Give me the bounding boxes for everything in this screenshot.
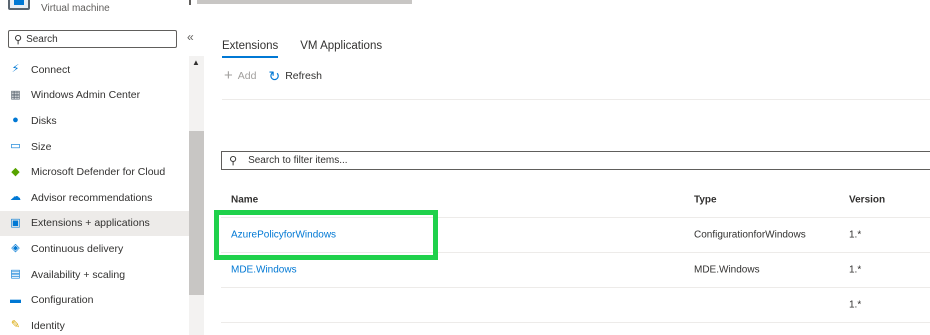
extensions-icon: ▣ bbox=[10, 216, 21, 229]
key-icon: ✎ bbox=[10, 319, 21, 332]
column-header-name[interactable]: Name bbox=[231, 194, 258, 205]
sidebar-item-windows-admin-center[interactable]: ▦ Windows Admin Center bbox=[0, 83, 189, 109]
delivery-icon: ◈ bbox=[11, 242, 20, 255]
sidebar-item-disks[interactable]: ● Disks bbox=[0, 108, 189, 134]
virtual-machine-icon bbox=[8, 0, 30, 10]
extension-version: 1.* bbox=[849, 299, 862, 311]
disk-icon: ● bbox=[12, 114, 19, 127]
table-row[interactable]: MDE.Windows MDE.Windows 1.* bbox=[221, 253, 930, 288]
config-icon: ▬ bbox=[10, 293, 21, 306]
sidebar-item-extensions-applications[interactable]: ▣ Extensions + applications bbox=[0, 210, 189, 237]
main-content: Extensions VM Applications + Add ↻ Refre… bbox=[204, 26, 930, 335]
search-placeholder: Search bbox=[26, 33, 58, 45]
extension-name-link[interactable]: MDE.Windows bbox=[231, 265, 297, 276]
extensions-table: Name Type Version AzurePolicyforWindows … bbox=[221, 182, 930, 323]
sidebar-item-continuous-delivery[interactable]: ◈ Continuous delivery bbox=[0, 236, 189, 262]
refresh-button[interactable]: ↻ Refresh bbox=[268, 69, 322, 83]
tab-vm-applications[interactable]: VM Applications bbox=[300, 40, 382, 58]
add-label: Add bbox=[237, 69, 257, 82]
sidebar-item-label: Disks bbox=[31, 114, 57, 127]
sidebar-item-label: Connect bbox=[31, 63, 71, 76]
column-header-type[interactable]: Type bbox=[694, 194, 717, 205]
sidebar-item-label: Advisor recommendations bbox=[31, 191, 153, 204]
sidebar-item-label: Extensions + applications bbox=[31, 217, 150, 230]
sidebar-item-advisor-recommendations[interactable]: ☁ Advisor recommendations bbox=[0, 185, 189, 211]
extension-version: 1.* bbox=[849, 229, 862, 241]
filter-placeholder: Search to filter items... bbox=[248, 155, 348, 166]
scaling-icon: ▤ bbox=[10, 268, 21, 281]
cloud-icon: ☁ bbox=[10, 191, 21, 204]
sidebar: ⚲ Search « ⚡ Connect ▦ Windows Admin Center… bbox=[0, 26, 204, 335]
extension-name-link[interactable]: AzurePolicyforWindows bbox=[231, 230, 336, 241]
sidebar-item-availability-scaling[interactable]: ▤ Availability + scaling bbox=[0, 262, 189, 288]
title-separator bbox=[189, 0, 191, 5]
sidebar-item-size[interactable]: ▭ Size bbox=[0, 134, 189, 160]
scrollbar-thumb[interactable] bbox=[189, 131, 204, 295]
sidebar-item-label: Configuration bbox=[31, 294, 94, 307]
refresh-icon: ↻ bbox=[268, 67, 281, 84]
sidebar-nav: ⚡ Connect ▦ Windows Admin Center ● Disks ▭ Size… bbox=[0, 57, 189, 335]
sidebar-scrollbar[interactable]: ▲ bbox=[189, 56, 204, 335]
column-header-version[interactable]: Version bbox=[849, 194, 885, 205]
sidebar-item-label: Microsoft Defender for Cloud bbox=[31, 166, 166, 179]
redacted-resource-name bbox=[197, 0, 412, 4]
extension-type: ConfigurationforWindows bbox=[694, 229, 806, 241]
extension-type: MDE.Windows bbox=[694, 264, 760, 276]
plug-icon: ⚡ bbox=[11, 63, 20, 76]
table-row[interactable]: 1.* bbox=[221, 288, 930, 323]
sidebar-item-label: Size bbox=[31, 140, 52, 153]
sidebar-item-identity[interactable]: ✎ Identity bbox=[0, 313, 189, 335]
scroll-up-arrow-icon[interactable]: ▲ bbox=[192, 58, 200, 67]
table-row[interactable]: AzurePolicyforWindows ConfigurationforWi… bbox=[221, 218, 930, 253]
sidebar-item-label: Continuous delivery bbox=[31, 242, 124, 255]
search-icon: ⚲ bbox=[14, 33, 23, 46]
table-header-row: Name Type Version bbox=[221, 182, 930, 218]
extension-version: 1.* bbox=[849, 264, 862, 276]
tab-bar: Extensions VM Applications bbox=[222, 40, 382, 58]
sidebar-item-connect[interactable]: ⚡ Connect bbox=[0, 57, 189, 83]
collapse-sidebar-button[interactable]: « bbox=[187, 30, 194, 44]
monitor-icon: ▭ bbox=[10, 140, 21, 153]
sidebar-item-label: Identity bbox=[31, 319, 65, 332]
shield-icon: ◆ bbox=[11, 165, 20, 178]
resource-type-label: Virtual machine bbox=[41, 3, 110, 14]
sidebar-item-configuration[interactable]: ▬ Configuration bbox=[0, 287, 189, 313]
vm-header: Virtual machine bbox=[0, 0, 930, 26]
toolbar-divider bbox=[222, 99, 930, 100]
add-button[interactable]: + Add bbox=[224, 68, 256, 83]
filter-input[interactable]: ⚲ Search to filter items... bbox=[221, 151, 930, 170]
sidebar-search-input[interactable]: ⚲ Search bbox=[8, 30, 177, 48]
sidebar-item-label: Windows Admin Center bbox=[31, 89, 141, 102]
server-icon: ▦ bbox=[10, 88, 21, 101]
sidebar-item-label: Availability + scaling bbox=[31, 268, 126, 281]
search-icon: ⚲ bbox=[229, 155, 238, 167]
tab-extensions[interactable]: Extensions bbox=[222, 40, 279, 58]
refresh-label: Refresh bbox=[285, 69, 322, 82]
toolbar: + Add ↻ Refresh bbox=[224, 68, 322, 83]
sidebar-item-microsoft-defender-for-cloud[interactable]: ◆ Microsoft Defender for Cloud bbox=[0, 159, 189, 185]
plus-icon: + bbox=[224, 67, 233, 84]
